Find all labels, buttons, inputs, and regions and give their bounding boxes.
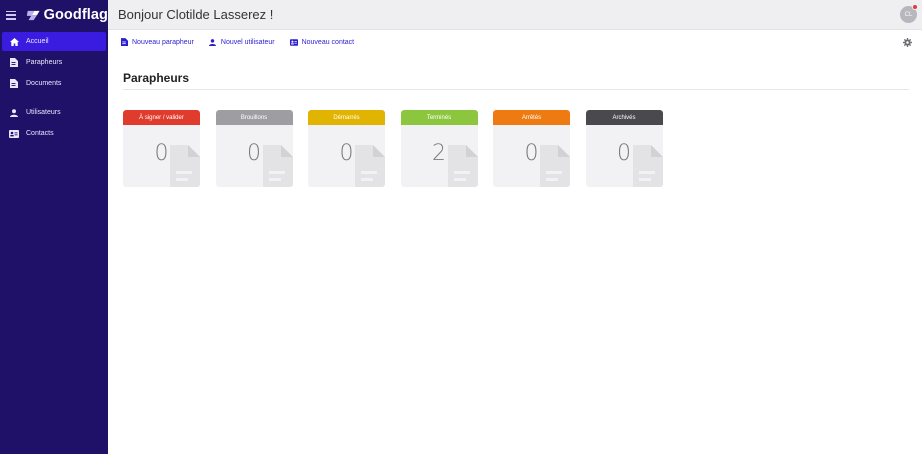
sidebar-item-label: Accueil [26, 38, 49, 45]
parapheur-icon [9, 58, 19, 67]
new-parapheur-link[interactable]: Nouveau parapheur [120, 38, 194, 46]
gear-icon[interactable] [903, 38, 912, 47]
avatar-initials: CL [904, 11, 913, 18]
card-count: 0 [524, 141, 539, 166]
new-contact-link[interactable]: Nouveau contact [289, 38, 355, 46]
card-count: 0 [154, 141, 169, 166]
card-arretes[interactable]: Arrêtés 0 [493, 110, 570, 187]
brand-header: Goodflag [0, 0, 108, 30]
sidebar-item-accueil[interactable]: Accueil [2, 32, 106, 51]
home-icon [9, 37, 19, 46]
parapheur-icon [120, 38, 128, 46]
sidebar-item-label: Documents [26, 80, 62, 87]
card-label: Arrêtés [521, 114, 542, 121]
sidebar-item-utilisateurs[interactable]: Utilisateurs [2, 103, 106, 122]
sidebar-item-contacts[interactable]: Contacts [2, 124, 106, 143]
action-label: Nouveau parapheur [132, 38, 194, 46]
user-icon [209, 38, 217, 46]
top-header: Bonjour Clotilde Lasserez ! CL [108, 0, 922, 30]
document-icon [9, 79, 19, 88]
action-label: Nouvel utilisateur [220, 38, 275, 46]
avatar[interactable]: CL [900, 4, 918, 23]
contact-card-icon [289, 38, 298, 46]
card-brouillons[interactable]: Brouillons 0 [215, 110, 293, 187]
sidebar: Goodflag Accueil Parapheurs Documents Ut… [0, 0, 108, 454]
card-a-signer[interactable]: À signer / valider 0 [123, 110, 200, 187]
section-divider [123, 89, 909, 90]
goodflag-logo-icon [27, 10, 40, 20]
card-demarres[interactable]: Démarrés 0 [308, 110, 385, 187]
card-count: 0 [339, 141, 354, 166]
user-icon [9, 108, 19, 117]
card-label: Brouillons [240, 114, 268, 121]
card-header: Arrêtés [493, 110, 570, 125]
card-termines[interactable]: Terminés 2 [400, 110, 478, 187]
menu-icon[interactable] [6, 10, 17, 20]
quick-actions: Nouveau parapheur Nouvel utilisateur Nou… [120, 36, 369, 48]
card-header: Démarrés [308, 110, 385, 125]
notification-badge [912, 4, 918, 10]
card-label: Archivés [612, 114, 636, 121]
sidebar-item-documents[interactable]: Documents [2, 74, 106, 93]
greeting-title: Bonjour Clotilde Lasserez ! [118, 7, 274, 22]
card-count: 0 [617, 141, 631, 166]
card-header: Archivés [585, 110, 663, 125]
sidebar-nav: Accueil Parapheurs Documents Utilisateur… [0, 32, 108, 143]
brand-name: Goodflag [43, 7, 108, 23]
section-title: Parapheurs [123, 71, 190, 85]
card-header: À signer / valider [123, 110, 200, 125]
card-header: Brouillons [215, 110, 293, 125]
card-count: 0 [247, 141, 261, 166]
sidebar-item-label: Utilisateurs [26, 109, 61, 116]
sidebar-item-parapheurs[interactable]: Parapheurs [2, 53, 106, 72]
card-label: Démarrés [333, 114, 360, 121]
card-label: À signer / valider [139, 114, 184, 121]
card-label: Terminés [426, 114, 452, 121]
card-header: Terminés [400, 110, 478, 125]
new-user-link[interactable]: Nouvel utilisateur [209, 38, 275, 46]
action-label: Nouveau contact [301, 38, 355, 46]
sidebar-item-label: Contacts [26, 130, 54, 137]
status-cards: À signer / valider 0 Brouillons 0 Démarr… [123, 110, 678, 187]
contact-card-icon [9, 129, 19, 138]
card-count: 2 [432, 141, 446, 166]
card-archives[interactable]: Archivés 0 [585, 110, 663, 187]
sidebar-item-label: Parapheurs [26, 59, 63, 66]
